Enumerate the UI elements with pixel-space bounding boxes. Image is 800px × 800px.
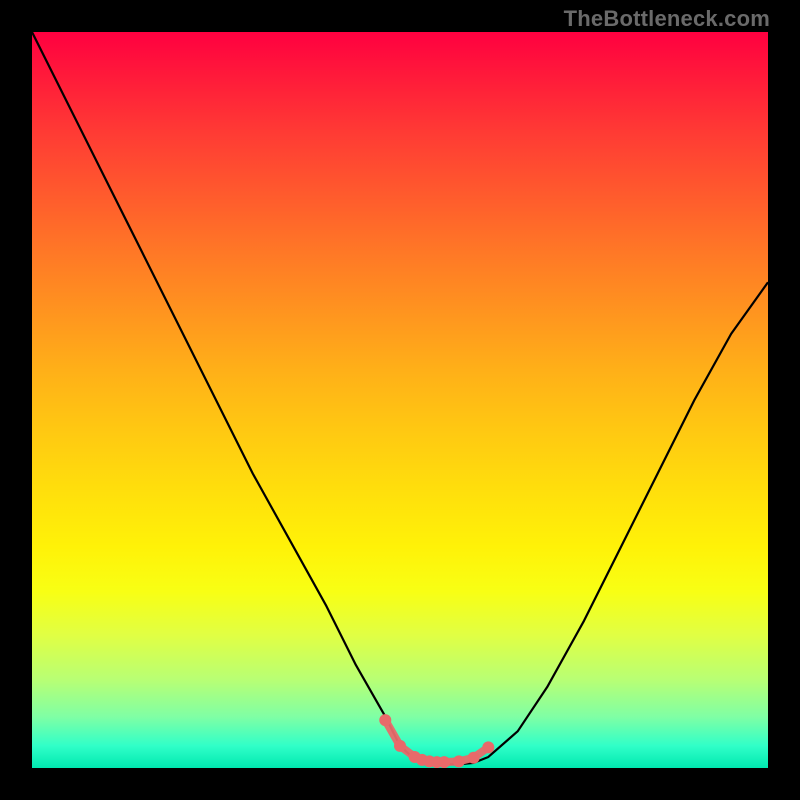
optimal-marker-dot <box>438 756 450 768</box>
optimal-marker-dot <box>468 752 480 764</box>
optimal-marker-dot <box>482 741 494 753</box>
chart-frame: TheBottleneck.com <box>0 0 800 800</box>
optimal-marker-dot <box>394 740 406 752</box>
watermark-text: TheBottleneck.com <box>564 6 770 32</box>
optimal-marker-dot <box>379 714 391 726</box>
plot-area <box>32 32 768 768</box>
optimal-marker-dot <box>453 755 465 767</box>
curve-svg <box>32 32 768 768</box>
bottleneck-curve-line <box>32 32 768 764</box>
